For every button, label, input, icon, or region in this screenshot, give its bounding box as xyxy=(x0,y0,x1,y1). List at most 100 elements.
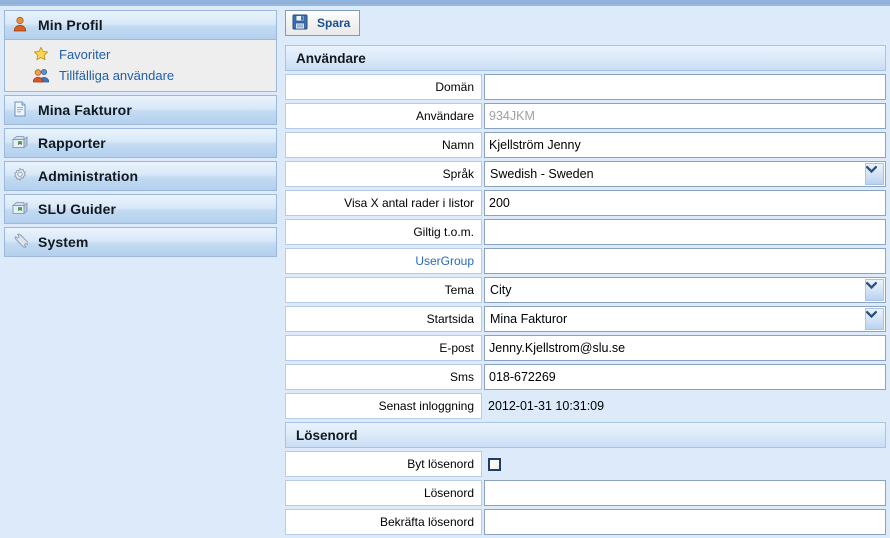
form-row: Startsida Mina Fakturor xyxy=(285,306,886,332)
field-cell xyxy=(484,103,886,129)
field-cell: Mina Fakturor xyxy=(484,306,886,332)
field-cell xyxy=(484,132,886,158)
save-button-label: Spara xyxy=(317,16,351,30)
sidebar-group: Rapporter xyxy=(4,128,277,158)
toolbar: Spara xyxy=(285,10,886,40)
form-row: Språk Swedish - Sweden xyxy=(285,161,886,187)
input-usergroup[interactable] xyxy=(484,248,886,274)
field-cell: 2012-01-31 10:31:09 xyxy=(484,393,886,419)
input-bekr-fta-l-senord[interactable] xyxy=(484,509,886,535)
form-row: UserGroup xyxy=(285,248,886,274)
field-cell xyxy=(484,219,886,245)
field-cell xyxy=(484,248,886,274)
sidebar-subitem-tillf-lliga-anv-ndare[interactable]: Tillfälliga användare xyxy=(5,65,276,86)
select-value: Swedish - Sweden xyxy=(490,167,594,181)
form-row: Sms xyxy=(285,364,886,390)
section-title: Lösenord xyxy=(296,427,358,443)
input-l-senord[interactable] xyxy=(484,480,886,506)
form-row: Domän xyxy=(285,74,886,100)
input-visa-x-antal-rader-i-listor[interactable] xyxy=(484,190,886,216)
save-button[interactable]: Spara xyxy=(285,10,361,36)
user-form: Användare Domän Användare Namn Språk Swedish … xyxy=(285,45,886,535)
form-row: Tema City xyxy=(285,277,886,303)
form-row: Bekräfta lösenord xyxy=(285,509,886,535)
chevron-down-icon xyxy=(865,281,884,299)
field-label-giltig-t-o-m: Giltig t.o.m. xyxy=(285,219,482,245)
sidebar-item-label: System xyxy=(38,234,89,250)
reports-icon xyxy=(12,134,30,152)
select-value: City xyxy=(490,283,512,297)
sidebar-item-min-profil[interactable]: Min Profil xyxy=(4,10,277,40)
user-icon xyxy=(12,16,30,34)
sidebar-item-system[interactable]: System xyxy=(4,227,277,257)
field-cell xyxy=(484,74,886,100)
form-row: Giltig t.o.m. xyxy=(285,219,886,245)
chevron-down-icon[interactable] xyxy=(865,279,884,301)
field-label-namn: Namn xyxy=(285,132,482,158)
input-sms[interactable] xyxy=(484,364,886,390)
section-title: Användare xyxy=(296,50,366,66)
field-cell: City xyxy=(484,277,886,303)
form-row: Byt lösenord xyxy=(285,451,886,477)
field-label-e-post: E-post xyxy=(285,335,482,361)
select-startsida[interactable]: Mina Fakturor xyxy=(484,306,886,332)
select-spr-k[interactable]: Swedish - Sweden xyxy=(484,161,886,187)
select-tema[interactable]: City xyxy=(484,277,886,303)
sidebar-item-administration[interactable]: Administration xyxy=(4,161,277,191)
input-dom-n[interactable] xyxy=(484,74,886,100)
input-anv-ndare[interactable] xyxy=(484,103,886,129)
form-row: Namn xyxy=(285,132,886,158)
sidebar-item-label: Rapporter xyxy=(38,135,106,151)
sidebar-item-label: SLU Guider xyxy=(38,201,117,217)
section-header: Lösenord xyxy=(285,422,886,448)
field-cell xyxy=(484,364,886,390)
sidebar-item-slu-guider[interactable]: SLU Guider xyxy=(4,194,277,224)
sidebar-group: Min Profil Favoriter Tillfälliga användare xyxy=(4,10,277,92)
field-cell xyxy=(484,335,886,361)
form-row: Visa X antal rader i listor xyxy=(285,190,886,216)
sidebar: Min Profil Favoriter Tillfälliga användare… xyxy=(4,10,277,260)
wrench-icon xyxy=(12,233,30,251)
sidebar-subitem-label: Favoriter xyxy=(59,47,111,62)
field-label-bekr-fta-l-senord: Bekräfta lösenord xyxy=(285,509,482,535)
main-content: Spara Användare Domän Användare Namn Språk Sw… xyxy=(285,10,886,538)
field-label-l-senord: Lösenord xyxy=(285,480,482,506)
field-label-senast-inloggning: Senast inloggning xyxy=(285,393,482,419)
input-namn[interactable] xyxy=(484,132,886,158)
field-cell xyxy=(484,190,886,216)
sidebar-group: SLU Guider xyxy=(4,194,277,224)
chevron-down-icon[interactable] xyxy=(865,308,884,330)
field-label-usergroup[interactable]: UserGroup xyxy=(285,248,482,274)
checkbox-byt-l-senord[interactable] xyxy=(488,457,501,471)
field-cell xyxy=(484,451,886,477)
form-row: Lösenord xyxy=(285,480,886,506)
star-icon xyxy=(33,46,51,64)
sidebar-item-rapporter[interactable]: Rapporter xyxy=(4,128,277,158)
field-cell xyxy=(484,509,886,535)
reports-icon xyxy=(12,200,30,218)
input-e-post[interactable] xyxy=(484,335,886,361)
form-row: Användare xyxy=(285,103,886,129)
sidebar-item-mina-fakturor[interactable]: Mina Fakturor xyxy=(4,95,277,125)
sidebar-subitem-favoriter[interactable]: Favoriter xyxy=(5,44,276,65)
field-label-tema: Tema xyxy=(285,277,482,303)
field-cell xyxy=(484,480,886,506)
field-label-byt-l-senord: Byt lösenord xyxy=(285,451,482,477)
sidebar-subitem-label: Tillfälliga användare xyxy=(59,68,175,83)
sidebar-item-label: Min Profil xyxy=(38,17,103,33)
sidebar-item-label: Mina Fakturor xyxy=(38,102,132,118)
field-label-spr-k: Språk xyxy=(285,161,482,187)
form-row: Senast inloggning 2012-01-31 10:31:09 xyxy=(285,393,886,419)
field-label-sms: Sms xyxy=(285,364,482,390)
input-giltig-t-o-m[interactable] xyxy=(484,219,886,245)
select-value: Mina Fakturor xyxy=(490,312,568,326)
field-label-dom-n: Domän xyxy=(285,74,482,100)
chevron-down-icon xyxy=(865,165,884,183)
chevron-down-icon[interactable] xyxy=(865,163,884,185)
section-header: Användare xyxy=(285,45,886,71)
sidebar-group: System xyxy=(4,227,277,257)
field-label-startsida: Startsida xyxy=(285,306,482,332)
floppy-disk-icon xyxy=(292,14,310,32)
chevron-down-icon xyxy=(865,310,884,328)
field-label-anv-ndare: Användare xyxy=(285,103,482,129)
